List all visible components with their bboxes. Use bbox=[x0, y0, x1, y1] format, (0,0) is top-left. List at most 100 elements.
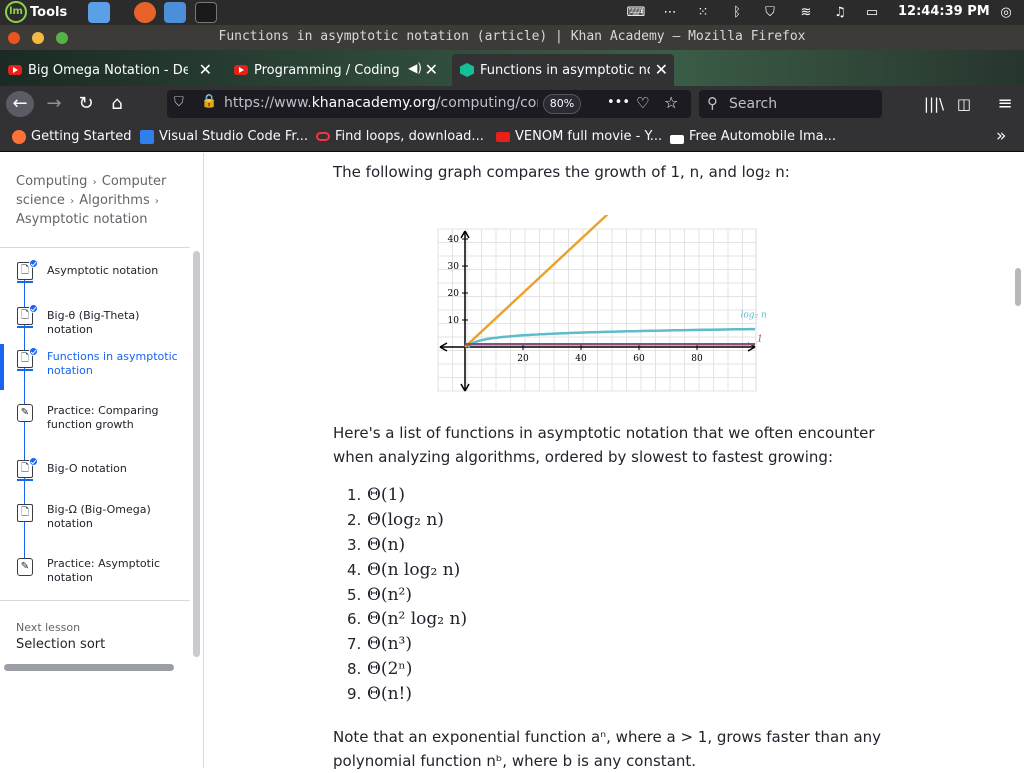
graph-intro-text: The following graph compares the growth … bbox=[333, 163, 790, 181]
breadcrumb-computing[interactable]: Computing bbox=[16, 174, 87, 189]
bookmark-label: Find loops, download... bbox=[335, 129, 484, 144]
series-label: log₂ n bbox=[741, 310, 768, 320]
lesson-item-functions-asymptotic[interactable]: 🗋 Functions in asymptotic notation bbox=[0, 344, 190, 396]
list-item: 2. Θ(log₂ n) bbox=[347, 510, 444, 531]
lesson-title: Functions in asymptotic notation bbox=[47, 350, 178, 377]
pocket-icon[interactable]: ♡ bbox=[636, 94, 649, 112]
page-actions-icon[interactable]: ••• bbox=[607, 95, 630, 110]
zoom-indicator[interactable]: 80% bbox=[543, 94, 581, 114]
tools-menu-button[interactable]: lm Tools bbox=[5, 1, 67, 23]
breadcrumb-asymptotic-notation[interactable]: Asymptotic notation bbox=[16, 212, 147, 227]
list-intro-text: Here's a list of functions in asymptotic… bbox=[333, 424, 875, 466]
y-tick-label: 10 bbox=[448, 316, 460, 326]
lesson-title: Practice: Asymptotic notation bbox=[47, 557, 161, 584]
wifi-icon[interactable]: ≋ bbox=[796, 0, 816, 25]
lesson-title: Asymptotic notation bbox=[47, 264, 159, 277]
finder-icon[interactable] bbox=[164, 2, 186, 23]
progress-underline bbox=[17, 369, 33, 371]
completed-check-icon bbox=[29, 259, 38, 268]
breadcrumb-algorithms[interactable]: Algorithms bbox=[79, 193, 149, 208]
breadcrumb: Computing › Computer science › Algorithm… bbox=[16, 173, 186, 229]
lesson-list: 🗋 Asymptotic notation 🗋 Big-θ (Big-Theta… bbox=[0, 247, 190, 601]
completed-check-icon bbox=[29, 304, 38, 313]
youtube-icon bbox=[8, 65, 22, 75]
speaker-icon[interactable]: ◀) bbox=[408, 61, 422, 75]
completed-check-icon bbox=[29, 457, 38, 466]
sidebar-toggle-icon[interactable]: ◫ bbox=[950, 91, 978, 117]
library-icon[interactable]: |||\ bbox=[920, 91, 948, 117]
reload-button[interactable]: ↻ bbox=[72, 91, 100, 117]
back-button[interactable]: ← bbox=[6, 91, 34, 117]
lesson-title: Practice: Comparing function growth bbox=[47, 404, 159, 431]
bookmark-find-loops[interactable]: Find loops, download... bbox=[316, 129, 484, 144]
tracking-shield-icon[interactable]: ⛉ bbox=[174, 95, 184, 110]
tab-label: Functions in asymptotic no bbox=[480, 62, 650, 78]
sidebar-horizontal-scrollbar[interactable] bbox=[4, 664, 174, 671]
lesson-title: Big-O notation bbox=[47, 462, 127, 475]
lesson-item-big-omega[interactable]: 🗋 Big-Ω (Big-Omega) notation bbox=[0, 503, 190, 550]
loop-icon bbox=[316, 132, 330, 141]
lesson-item-big-o[interactable]: 🗋 Big-O notation bbox=[0, 457, 190, 506]
user-icon[interactable]: ◎ bbox=[996, 0, 1016, 25]
os-top-panel: lm Tools ⌨ ⋯ ⁙ ᛒ ⛉ ≋ ♫ ▭ 12:44:39 PM ◎ bbox=[0, 0, 1024, 25]
progress-underline bbox=[17, 326, 33, 328]
lesson-item-asymptotic-notation[interactable]: 🗋 Asymptotic notation bbox=[0, 259, 190, 308]
lesson-item-practice-asymptotic[interactable]: ✎ Practice: Asymptotic notation bbox=[0, 557, 190, 604]
close-tab-icon[interactable]: ✕ bbox=[655, 60, 668, 79]
pencil-icon: ✎ bbox=[17, 404, 33, 422]
url-bar[interactable]: ⛉ 🔒 https://www.khanacademy.org/computin… bbox=[167, 90, 691, 118]
next-lesson-link[interactable]: Selection sort bbox=[16, 637, 105, 652]
list-item: 1. Θ(1) bbox=[347, 485, 406, 506]
x-tick-label: 60 bbox=[633, 354, 645, 364]
chevron-right-icon: › bbox=[151, 196, 159, 207]
hamburger-menu-icon[interactable]: ≡ bbox=[991, 91, 1019, 117]
outro-text: Note that an exponential function aⁿ, wh… bbox=[333, 728, 882, 770]
mint-logo-icon: lm bbox=[5, 1, 27, 23]
tab-programming-coding[interactable]: Programming / Coding / ◀) ✕ bbox=[234, 54, 444, 86]
tab-functions-asymptotic[interactable]: Functions in asymptotic no ✕ bbox=[452, 54, 674, 86]
search-bar[interactable]: ⚲ Search bbox=[699, 90, 882, 118]
function-list: 1. Θ(1) 2. Θ(log₂ n) 3. Θ(n) 4. Θ(n log₂ n) … bbox=[347, 483, 547, 706]
bookmark-venom[interactable]: VENOM full movie - Y... bbox=[496, 129, 662, 144]
search-placeholder: Search bbox=[729, 96, 778, 112]
close-tab-icon[interactable]: ✕ bbox=[199, 60, 212, 79]
tab-big-omega[interactable]: Big Omega Notation - Defi ✕ bbox=[8, 54, 218, 86]
lesson-item-practice-comparing[interactable]: ✎ Practice: Comparing function growth bbox=[0, 404, 190, 450]
bluetooth-icon[interactable]: ᛒ bbox=[729, 0, 745, 25]
y-tick-label: 20 bbox=[448, 289, 460, 299]
progress-underline bbox=[17, 281, 33, 283]
terminal-icon[interactable] bbox=[195, 2, 217, 23]
keyboard-icon[interactable]: ⌨ bbox=[626, 0, 646, 25]
music-icon[interactable]: ♫ bbox=[831, 0, 849, 25]
bookmark-star-icon[interactable]: ☆ bbox=[664, 93, 678, 112]
tab-label: Big Omega Notation - Defi bbox=[28, 62, 188, 78]
close-tab-icon[interactable]: ✕ bbox=[425, 60, 438, 79]
url-text[interactable]: https://www.khanacademy.org/computing/co… bbox=[224, 95, 538, 111]
bookmarks-overflow-icon[interactable]: » bbox=[996, 126, 1006, 146]
x-tick-label: 40 bbox=[575, 354, 587, 364]
chevron-right-icon: › bbox=[66, 196, 78, 207]
bookmark-getting-started[interactable]: Getting Started bbox=[12, 129, 132, 144]
forward-button[interactable]: → bbox=[40, 91, 68, 117]
bookmark-vscode[interactable]: Visual Studio Code Fr... bbox=[140, 129, 308, 144]
list-item: 9. Θ(n!) bbox=[347, 683, 412, 704]
firefox-launcher-icon[interactable] bbox=[134, 2, 156, 23]
bookmark-label: Getting Started bbox=[31, 129, 132, 144]
lesson-item-big-theta[interactable]: 🗋 Big-θ (Big-Theta) notation bbox=[0, 304, 190, 353]
growth-chart-svg: 2040608010203040nlog₂ n1 bbox=[437, 201, 768, 392]
home-button[interactable]: ⌂ bbox=[103, 91, 131, 117]
folder-icon[interactable] bbox=[88, 2, 110, 23]
page-vertical-scrollbar[interactable] bbox=[1015, 268, 1021, 306]
sidebar-vertical-scrollbar[interactable] bbox=[193, 251, 200, 657]
article-content: The following graph compares the growth … bbox=[205, 153, 1024, 770]
youtube-icon bbox=[496, 131, 510, 142]
bookmark-label: Visual Studio Code Fr... bbox=[159, 129, 308, 144]
grid-icon[interactable]: ⁙ bbox=[693, 0, 713, 25]
battery-icon[interactable]: ▭ bbox=[862, 0, 882, 25]
shield-icon[interactable]: ⛉ bbox=[760, 0, 780, 25]
clock[interactable]: 12:44:39 PM bbox=[898, 4, 990, 19]
bookmark-free-automobile[interactable]: Free Automobile Ima... bbox=[670, 129, 836, 144]
lock-icon[interactable]: 🔒 bbox=[201, 94, 217, 109]
search-icon: ⚲ bbox=[707, 94, 718, 112]
dots-icon[interactable]: ⋯ bbox=[660, 0, 680, 25]
